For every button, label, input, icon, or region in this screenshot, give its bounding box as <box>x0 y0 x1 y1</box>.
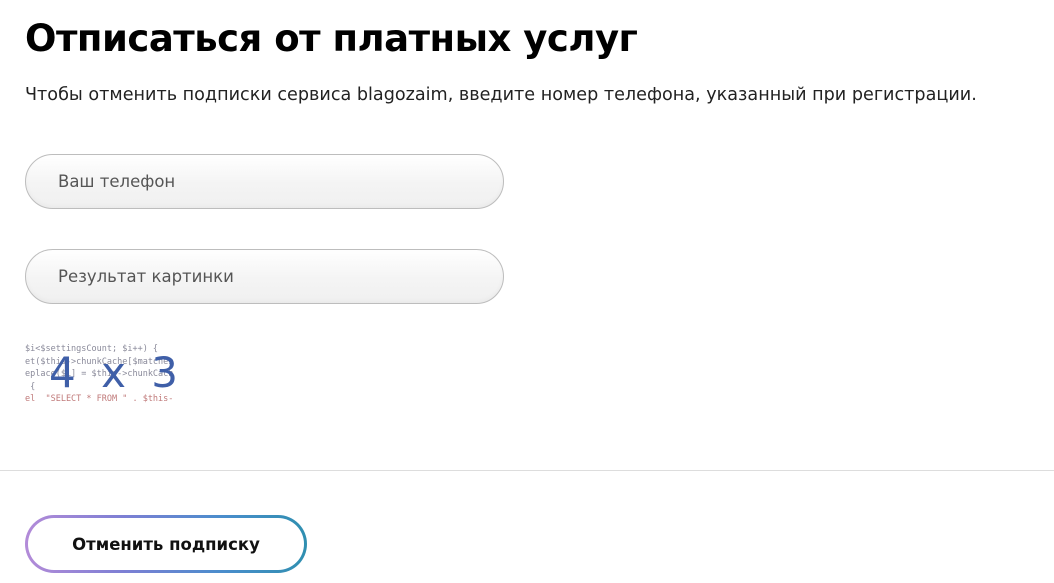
captcha-expression: 4 x 3 <box>49 348 184 397</box>
page-subtitle: Чтобы отменить подписки сервиса blagozai… <box>25 85 977 105</box>
unsubscribe-button[interactable]: Отменить подписку <box>28 518 304 570</box>
page-title: Отписаться от платных услуг <box>25 17 638 60</box>
captcha-image: $i<$settingsCount; $i++) {et($this->chun… <box>25 343 187 409</box>
captcha-answer-input[interactable] <box>25 249 504 304</box>
submit-button-frame: Отменить подписку <box>25 515 307 573</box>
phone-input[interactable] <box>25 154 504 209</box>
divider <box>0 470 1054 471</box>
